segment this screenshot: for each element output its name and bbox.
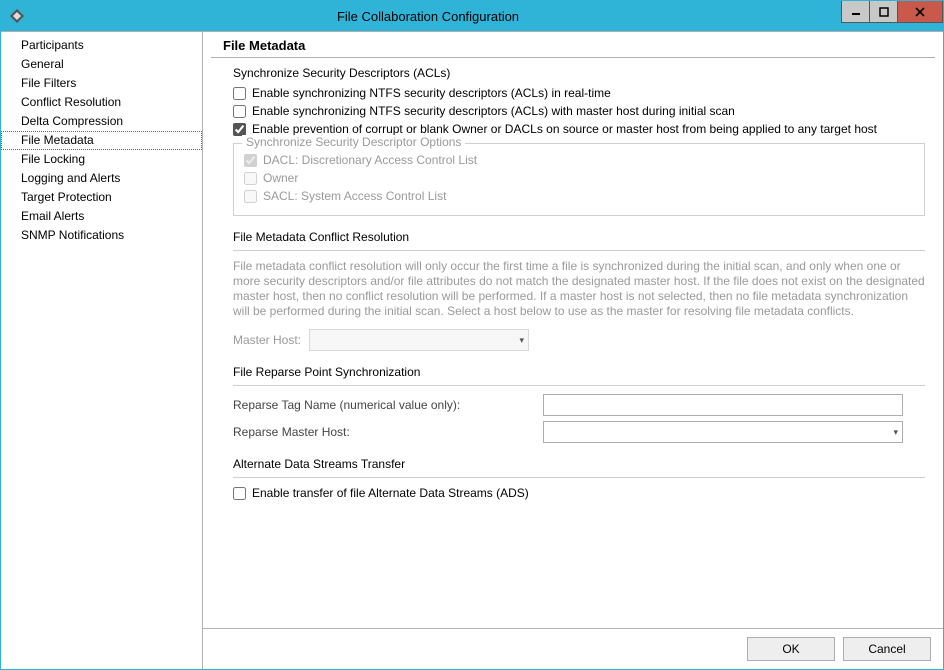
master-host-combo: ▾ [309,329,529,351]
sidebar-item-file-filters[interactable]: File Filters [1,74,202,93]
divider [233,250,925,251]
dacl-row: DACL: Discretionary Access Control List [244,153,914,168]
acl-options-title: Synchronize Security Descriptor Options [242,135,465,149]
chevron-down-icon: ▾ [519,335,524,346]
conflict-title: File Metadata Conflict Resolution [233,230,925,244]
sidebar-item-logging-and-alerts[interactable]: Logging and Alerts [1,169,202,188]
dacl-checkbox [244,154,257,167]
acl-realtime-row: Enable synchronizing NTFS security descr… [233,86,925,101]
acl-options-group: Synchronize Security Descriptor Options … [233,143,925,216]
divider [233,477,925,478]
sidebar-item-snmp-notifications[interactable]: SNMP Notifications [1,226,202,245]
acl-section: Synchronize Security Descriptors (ACLs) … [233,66,925,216]
owner-row: Owner [244,171,914,186]
chevron-down-icon: ▾ [893,427,898,438]
page-title: File Metadata [211,32,935,58]
sidebar-item-file-metadata[interactable]: File Metadata [1,131,202,150]
sidebar: ParticipantsGeneralFile FiltersConflict … [1,32,203,669]
reparse-host-row: Reparse Master Host: ▾ [233,421,925,443]
cancel-button[interactable]: Cancel [843,637,931,661]
ads-title: Alternate Data Streams Transfer [233,457,925,471]
reparse-host-combo[interactable]: ▾ [543,421,903,443]
sacl-row: SACL: System Access Control List [244,189,914,204]
sidebar-item-target-protection[interactable]: Target Protection [1,188,202,207]
acl-realtime-label: Enable synchronizing NTFS security descr… [252,86,611,101]
window-buttons [841,1,943,23]
ads-checkbox[interactable] [233,487,246,500]
minimize-button[interactable] [841,1,869,23]
ads-section: Alternate Data Streams Transfer Enable t… [233,457,925,501]
window-title: File Collaboration Configuration [33,9,823,24]
divider [233,385,925,386]
sacl-label: SACL: System Access Control List [263,189,446,204]
acl-realtime-checkbox[interactable] [233,87,246,100]
body: ParticipantsGeneralFile FiltersConflict … [1,31,943,669]
ads-row: Enable transfer of file Alternate Data S… [233,486,925,501]
ads-label: Enable transfer of file Alternate Data S… [252,486,529,501]
sidebar-item-general[interactable]: General [1,55,202,74]
owner-label: Owner [263,171,298,186]
conflict-help: File metadata conflict resolution will o… [233,259,925,319]
master-host-row: Master Host: ▾ [233,329,925,351]
dacl-label: DACL: Discretionary Access Control List [263,153,477,168]
app-icon [9,8,25,24]
footer: OK Cancel [203,628,943,669]
conflict-section: File Metadata Conflict Resolution File m… [233,230,925,351]
acl-section-title: Synchronize Security Descriptors (ACLs) [233,66,925,80]
acl-initial-checkbox[interactable] [233,105,246,118]
acl-initial-row: Enable synchronizing NTFS security descr… [233,104,925,119]
close-button[interactable] [897,1,943,23]
main-body: Synchronize Security Descriptors (ACLs) … [203,58,943,628]
ok-button[interactable]: OK [747,637,835,661]
reparse-section: File Reparse Point Synchronization Repar… [233,365,925,443]
window: File Collaboration Configuration Partici… [0,0,944,670]
maximize-button[interactable] [869,1,897,23]
master-host-label: Master Host: [233,333,301,347]
reparse-host-label: Reparse Master Host: [233,425,533,439]
acl-initial-label: Enable synchronizing NTFS security descr… [252,104,735,119]
sidebar-item-conflict-resolution[interactable]: Conflict Resolution [1,93,202,112]
sidebar-item-file-locking[interactable]: File Locking [1,150,202,169]
owner-checkbox [244,172,257,185]
sidebar-item-participants[interactable]: Participants [1,36,202,55]
main: File Metadata Synchronize Security Descr… [203,32,943,669]
sidebar-item-email-alerts[interactable]: Email Alerts [1,207,202,226]
titlebar[interactable]: File Collaboration Configuration [1,1,943,31]
reparse-tag-row: Reparse Tag Name (numerical value only): [233,394,925,416]
sidebar-item-delta-compression[interactable]: Delta Compression [1,112,202,131]
reparse-tag-label: Reparse Tag Name (numerical value only): [233,398,533,412]
reparse-title: File Reparse Point Synchronization [233,365,925,379]
sacl-checkbox [244,190,257,203]
reparse-tag-input[interactable] [543,394,903,416]
